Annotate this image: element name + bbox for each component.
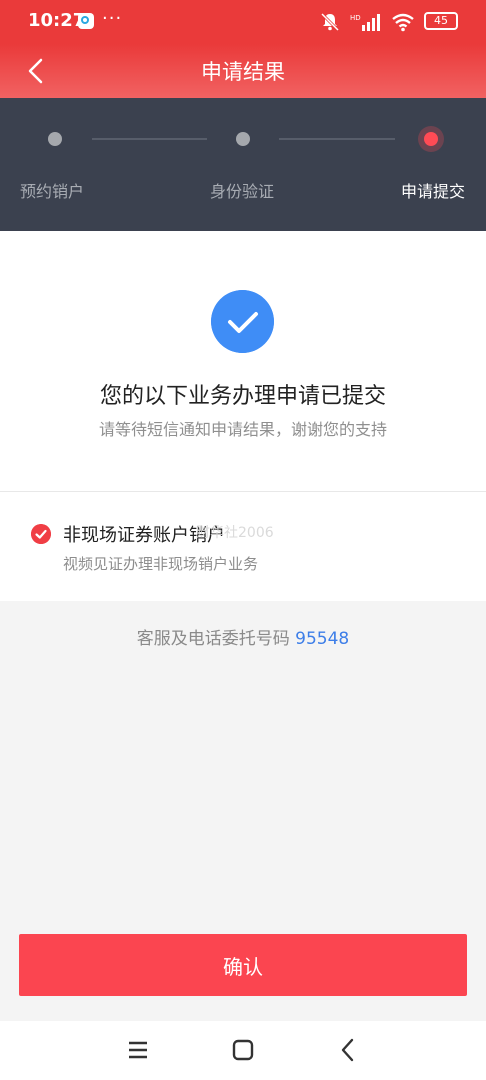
- hotline-label: 客服及电话委托号码: [136, 629, 290, 649]
- step-dot-1: [48, 132, 62, 146]
- result-title: 您的以下业务办理申请已提交: [99, 384, 386, 409]
- confirm-button[interactable]: 确认: [19, 934, 467, 996]
- bell-muted-icon: [320, 12, 340, 32]
- step-label-2: 身份验证: [210, 182, 275, 201]
- status-bar: 10:27 ··· HD 45: [0, 0, 486, 44]
- business-item: 非现场证券账户销户 财华社2006 视频见证办理非现场销户业务: [0, 492, 486, 601]
- hotline-number[interactable]: 95548: [295, 629, 349, 649]
- status-icons: HD 45: [320, 12, 458, 32]
- result-subtitle: 请等待短信通知申请结果，谢谢您的支持: [98, 420, 387, 439]
- check-circle-icon: [211, 290, 274, 353]
- menu-icon[interactable]: [123, 1035, 153, 1065]
- chat-app-icon: [78, 13, 94, 29]
- check-badge-icon: [31, 524, 51, 544]
- status-time: 10:27: [28, 10, 86, 31]
- step-dot-2: [236, 132, 250, 146]
- step-connector: [92, 138, 207, 140]
- more-notifications-icon: ···: [102, 8, 123, 29]
- wifi-icon: [392, 13, 414, 32]
- step-dot-3-active: [424, 132, 438, 146]
- result-panel: 您的以下业务办理申请已提交 请等待短信通知申请结果，谢谢您的支持: [0, 231, 486, 491]
- app-header: 申请结果: [0, 44, 486, 98]
- business-item-description: 视频见证办理非现场销户业务: [63, 555, 259, 573]
- back-icon[interactable]: [333, 1035, 363, 1065]
- step-label-3: 申请提交: [401, 182, 466, 201]
- signal-icon: HD: [350, 14, 380, 31]
- battery-icon: 45: [424, 12, 458, 30]
- progress-steps: 预约销户 身份验证 申请提交: [0, 98, 486, 231]
- step-label-1: 预约销户: [20, 182, 85, 201]
- home-icon[interactable]: [228, 1035, 258, 1065]
- step-connector: [279, 138, 395, 140]
- system-nav-bar: [0, 1021, 486, 1080]
- watermark: 财华社2006: [196, 525, 274, 541]
- hotline-text: 客服及电话委托号码 95548: [0, 624, 486, 649]
- page-title: 申请结果: [201, 60, 285, 84]
- svg-text:HD: HD: [350, 14, 361, 22]
